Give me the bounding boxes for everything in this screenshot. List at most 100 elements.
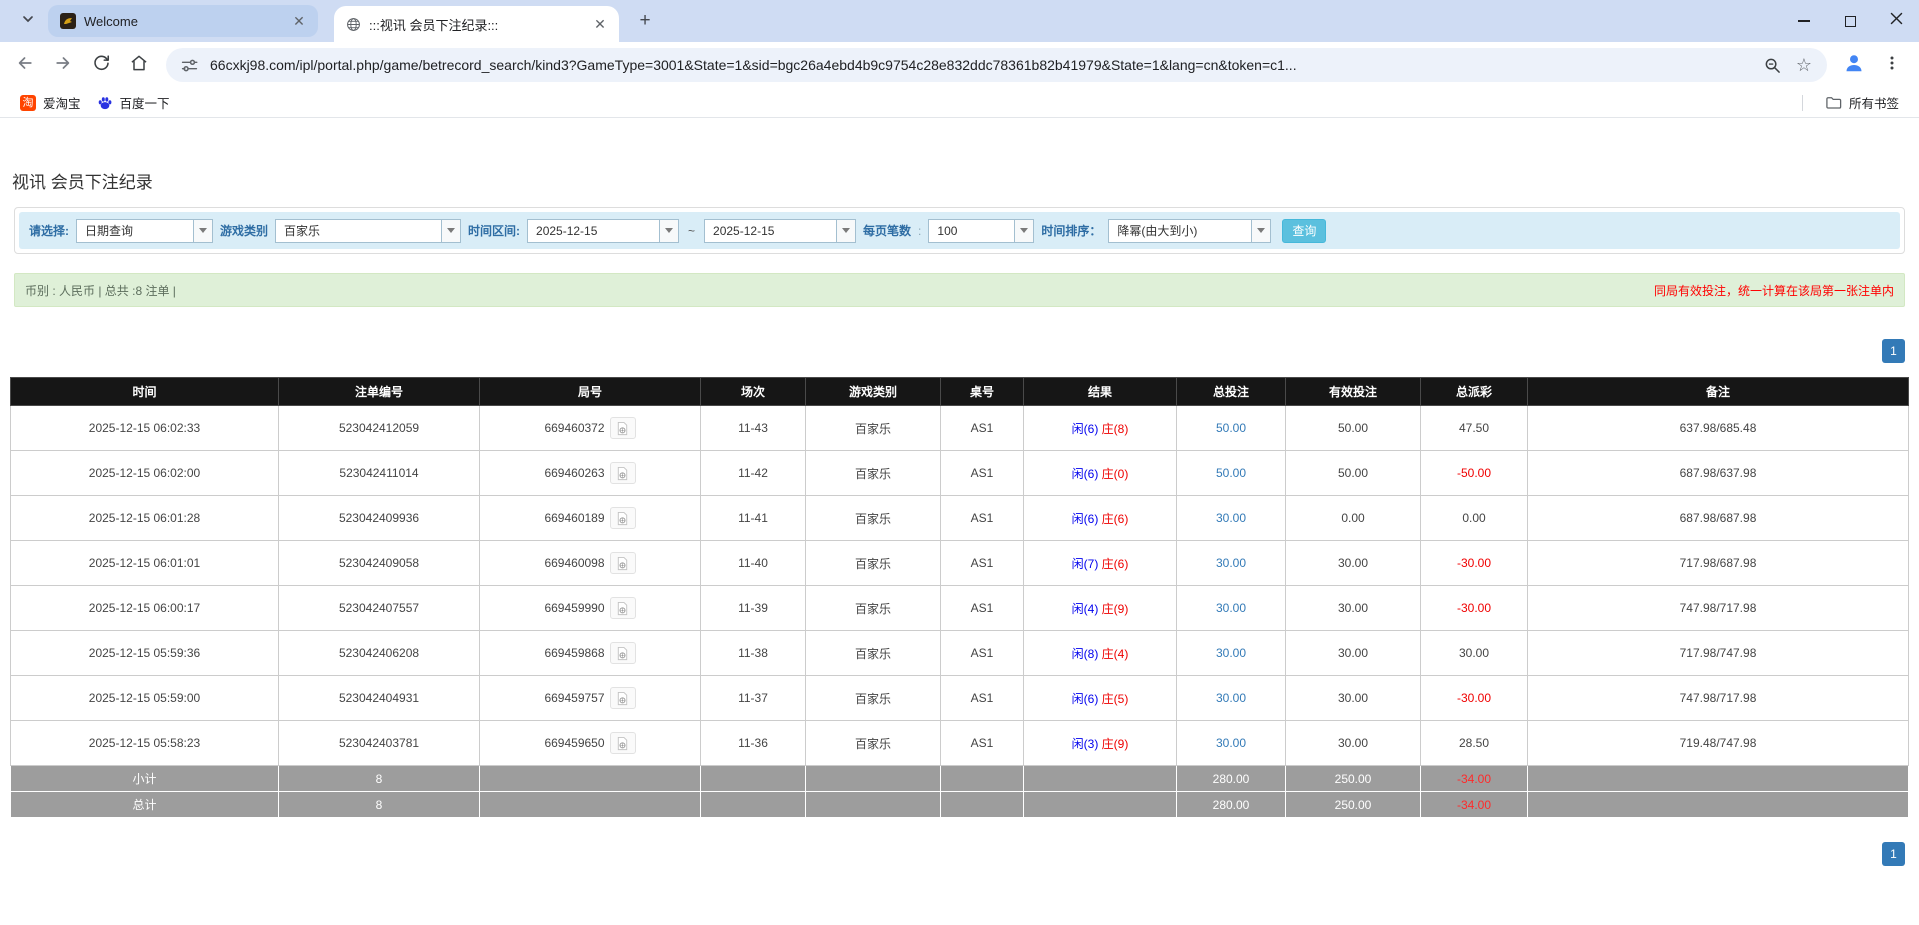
film-clip-icon [615,511,630,526]
browser-tab-strip: Welcome ✕ :::视讯 会员下注纪录::: ✕ + [0,0,1919,42]
video-replay-button[interactable] [610,732,636,754]
date-range-label: 时间区间: [468,222,520,239]
dropdown-arrow-icon[interactable] [441,220,460,242]
total-bet-link[interactable]: 30.00 [1216,511,1246,525]
dropdown-arrow-icon[interactable] [1014,220,1033,242]
empty-cell [1024,792,1177,818]
game-type-select[interactable]: 百家乐 [275,219,461,243]
video-replay-button[interactable] [610,462,636,484]
all-bookmarks-button[interactable]: 所有书签 [1817,90,1907,115]
per-page-label: 每页笔数 [863,222,911,239]
col-header-game-type: 游戏类别 [806,378,941,406]
total-bet-link[interactable]: 50.00 [1216,466,1246,480]
video-replay-button[interactable] [610,642,636,664]
date-from-value: 2025-12-15 [528,220,659,242]
empty-cell [941,792,1024,818]
table-row: 2025-12-15 06:01:01 523042409058 6694600… [11,541,1909,586]
valid-bet-cell: 50.00 [1286,406,1421,451]
film-clip-icon [615,601,630,616]
tab-bet-record[interactable]: :::视讯 会员下注纪录::: ✕ [334,6,619,42]
total-row: 总计 8 280.00 250.00 -34.00 [11,792,1909,818]
round-number: 669459650 [544,736,604,750]
close-tab-icon[interactable]: ✕ [290,12,308,30]
video-replay-button[interactable] [610,417,636,439]
dropdown-arrow-icon[interactable] [836,220,855,242]
query-type-value: 日期查询 [77,220,193,242]
tab-welcome[interactable]: Welcome ✕ [48,5,318,37]
bookmark-baidu[interactable]: 百度一下 [89,90,178,115]
reload-button[interactable] [84,48,118,82]
session-cell: 11-40 [701,541,806,586]
page-1-button[interactable]: 1 [1882,842,1905,866]
game-type-cell: 百家乐 [806,721,941,766]
chevron-down-icon [21,12,35,31]
total-bet-link[interactable]: 30.00 [1216,691,1246,705]
table-row: 2025-12-15 06:01:28 523042409936 6694601… [11,496,1909,541]
zoom-icon[interactable] [1761,54,1783,76]
time-cell: 2025-12-15 06:00:17 [11,586,279,631]
payout-cell: -30.00 [1421,541,1528,586]
table-no-cell: AS1 [941,676,1024,721]
total-bet-link[interactable]: 30.00 [1216,601,1246,615]
maximize-button[interactable] [1827,0,1873,42]
query-type-select[interactable]: 日期查询 [76,219,213,243]
video-replay-button[interactable] [610,687,636,709]
bet-id-cell: 523042411014 [279,451,480,496]
time-cell: 2025-12-15 06:01:28 [11,496,279,541]
back-button[interactable] [8,48,42,82]
round-cell: 669460263 [480,451,701,496]
url-text[interactable]: 66cxkj98.com/ipl/portal.php/game/betreco… [210,57,1751,73]
session-cell: 11-43 [701,406,806,451]
valid-bet-cell: 30.00 [1286,676,1421,721]
note-cell: 687.98/637.98 [1528,451,1909,496]
forward-button[interactable] [46,48,80,82]
total-bet-link[interactable]: 30.00 [1216,556,1246,570]
total-bet-link[interactable]: 30.00 [1216,646,1246,660]
result-cell: 闲(6) 庄(5) [1024,676,1177,721]
new-tab-button[interactable]: + [631,7,659,35]
sort-select[interactable]: 降幂(由大到小) [1108,219,1271,243]
bet-id-cell: 523042403781 [279,721,480,766]
profile-avatar[interactable] [1837,48,1871,82]
per-page-select[interactable]: 100 [928,219,1034,243]
home-button[interactable] [122,48,156,82]
result-banker: 庄(6) [1102,557,1129,571]
date-from-select[interactable]: 2025-12-15 [527,219,679,243]
total-bet-cell: 30.00 [1177,721,1286,766]
date-to-select[interactable]: 2025-12-15 [704,219,856,243]
result-player: 闲(6) [1072,512,1099,526]
table-header-row: 时间 注单编号 局号 场次 游戏类别 桌号 结果 总投注 有效投注 总派彩 备注 [11,378,1909,406]
per-page-colon: : [918,224,921,238]
video-replay-button[interactable] [610,552,636,574]
col-header-payout: 总派彩 [1421,378,1528,406]
payout-cell: -50.00 [1421,451,1528,496]
result-player: 闲(3) [1072,737,1099,751]
bookmark-aitaobao[interactable]: 淘 爱淘宝 [12,90,89,115]
subtotal-payout: -34.00 [1421,766,1528,792]
filter-bar: 请选择: 日期查询 游戏类别 百家乐 时间区间: 2025-12-15 ~ 20… [19,212,1900,249]
browser-menu-button[interactable] [1875,48,1909,82]
search-button[interactable]: 查询 [1282,219,1326,243]
page-1-button[interactable]: 1 [1882,339,1905,363]
minimize-button[interactable] [1781,0,1827,42]
url-bar[interactable]: 66cxkj98.com/ipl/portal.php/game/betreco… [166,48,1827,82]
pagination-top: 1 [14,339,1905,363]
total-bet-link[interactable]: 30.00 [1216,736,1246,750]
round-cell: 669459650 [480,721,701,766]
dropdown-arrow-icon[interactable] [1251,220,1270,242]
game-type-cell: 百家乐 [806,676,941,721]
bookmark-star-icon[interactable]: ☆ [1793,54,1815,76]
video-replay-button[interactable] [610,507,636,529]
total-bet-link[interactable]: 50.00 [1216,421,1246,435]
tab-search-button[interactable] [14,7,42,35]
dropdown-arrow-icon[interactable] [193,220,212,242]
site-info-icon[interactable] [178,54,200,76]
dropdown-arrow-icon[interactable] [659,220,678,242]
video-replay-button[interactable] [610,597,636,619]
bet-id-cell: 523042409936 [279,496,480,541]
empty-cell [806,792,941,818]
game-type-cell: 百家乐 [806,451,941,496]
close-window-button[interactable] [1873,0,1919,42]
close-tab-icon[interactable]: ✕ [591,15,609,33]
total-bet-cell: 50.00 [1177,406,1286,451]
